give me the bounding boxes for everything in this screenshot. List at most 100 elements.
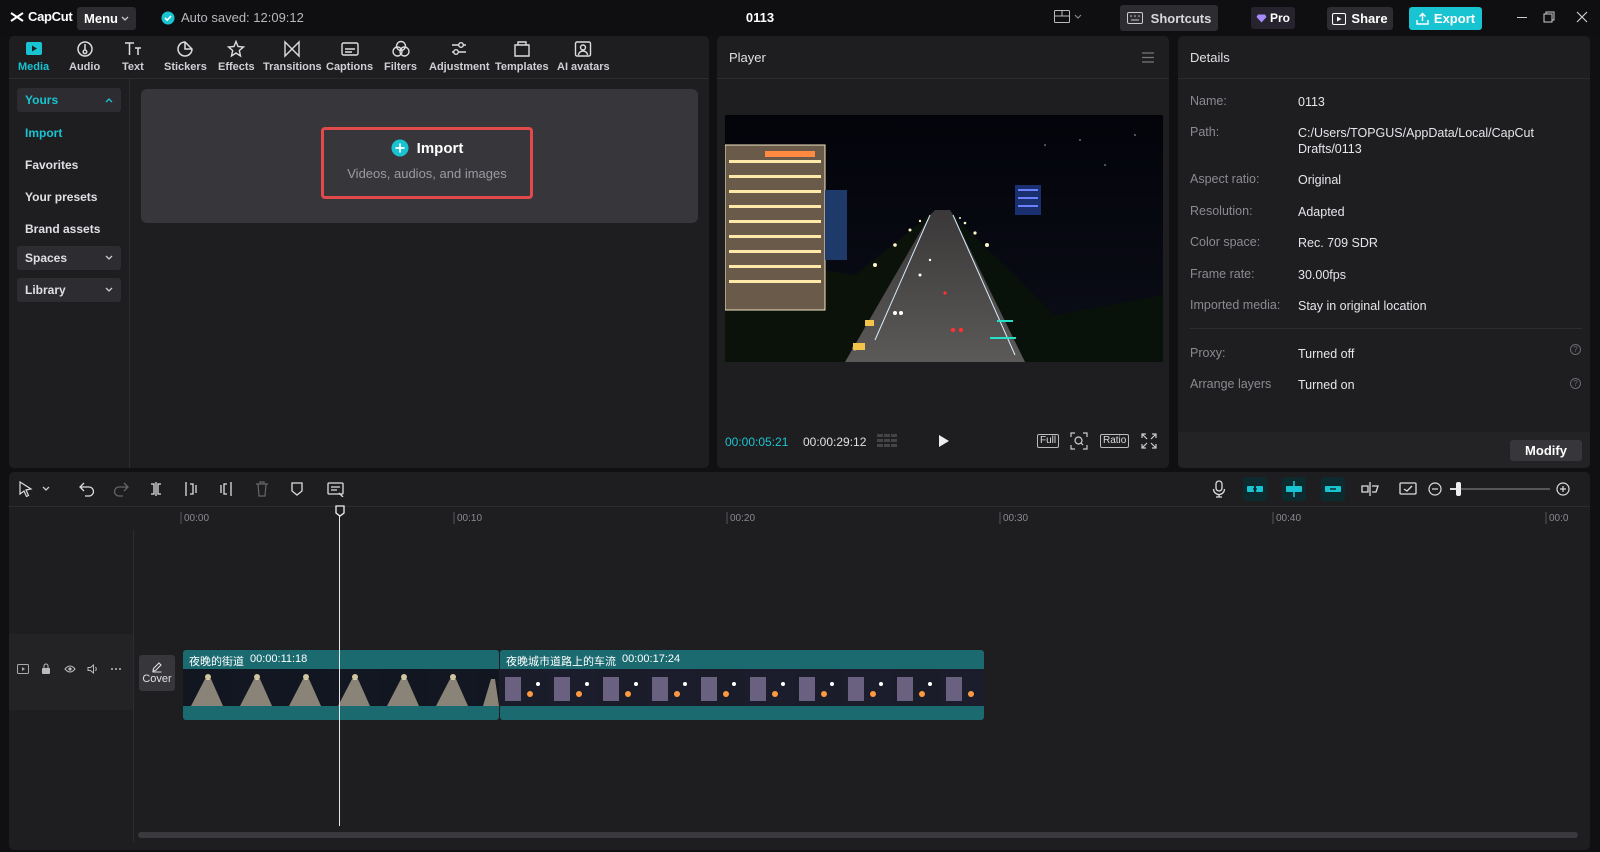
redo-icon[interactable] — [113, 481, 129, 497]
details-header-divider — [1178, 78, 1590, 79]
snap-toggle[interactable] — [1282, 477, 1306, 501]
pro-button[interactable]: Pro — [1251, 7, 1295, 29]
player-header-divider — [717, 78, 1169, 79]
detail-value-proxy[interactable]: Turned off — [1298, 346, 1568, 362]
layout-switch-button[interactable] — [1054, 10, 1082, 23]
fullscreen-icon[interactable] — [1141, 433, 1157, 449]
tick-label: 00:20 — [730, 513, 756, 524]
marker-icon[interactable] — [290, 481, 304, 497]
transitions-icon — [284, 40, 301, 58]
sidebar-group-spaces[interactable]: Spaces — [17, 246, 121, 270]
shortcuts-button[interactable]: Shortcuts — [1120, 5, 1218, 31]
chevron-down-icon — [121, 16, 129, 21]
tab-adjustment[interactable]: Adjustment — [429, 40, 490, 73]
zoom-slider-handle[interactable] — [1456, 482, 1461, 496]
shortcuts-label: Shortcuts — [1150, 10, 1212, 26]
microphone-icon[interactable] — [1212, 480, 1226, 498]
link-main-track-icon — [1247, 486, 1263, 492]
tab-captions[interactable]: Captions — [326, 40, 373, 73]
frame-grid-icon[interactable] — [877, 434, 897, 448]
share-icon — [1332, 12, 1347, 25]
auto-caption-icon[interactable] — [327, 481, 345, 497]
split-icon[interactable] — [149, 481, 163, 497]
split-left-icon[interactable] — [184, 481, 198, 497]
volume-icon[interactable] — [87, 664, 99, 674]
time-ruler[interactable]: 00:00 00:10 00:20 00:30 00:40 00:0 — [134, 508, 1590, 530]
minimize-icon[interactable] — [1516, 11, 1528, 23]
edit-pencil-icon — [152, 662, 162, 673]
sidebar-item-brand-assets[interactable]: Brand assets — [25, 222, 100, 236]
restore-icon[interactable] — [1543, 11, 1555, 23]
tab-filters-label: Filters — [384, 61, 418, 73]
clip-thumbnails — [183, 669, 499, 706]
select-cursor-icon[interactable] — [19, 481, 33, 497]
timeline-view-icon[interactable] — [1399, 481, 1417, 497]
zoom-in-icon[interactable] — [1556, 482, 1570, 496]
tab-audio[interactable]: Audio — [69, 40, 100, 73]
effects-icon — [227, 40, 246, 58]
zoom-slider[interactable] — [1450, 488, 1550, 490]
cover-label: Cover — [142, 673, 172, 685]
sidebar-group-library[interactable]: Library — [17, 278, 121, 302]
tab-effects-label: Effects — [218, 61, 255, 73]
lock-icon[interactable] — [41, 663, 51, 675]
more-icon[interactable] — [110, 667, 122, 671]
tab-adjustment-label: Adjustment — [429, 61, 490, 73]
tab-text[interactable]: Text — [122, 40, 144, 73]
keyboard-icon — [1126, 12, 1143, 24]
captions-icon — [340, 42, 359, 56]
sidebar-item-favorites[interactable]: Favorites — [25, 158, 78, 172]
sidebar-item-your-presets[interactable]: Your presets — [25, 190, 97, 204]
tab-transitions[interactable]: Transitions — [263, 40, 322, 73]
detail-value-arrange-layers[interactable]: Turned on — [1298, 377, 1568, 393]
tick-label: 00:00 — [184, 513, 210, 524]
menu-button[interactable]: Menu — [77, 7, 136, 30]
tab-ai-avatars[interactable]: AI avatars — [557, 40, 610, 73]
import-button[interactable]: Import — [324, 139, 530, 157]
detail-label-color-space: Color space: — [1190, 235, 1261, 249]
hamburger-menu-icon[interactable] — [1141, 52, 1155, 63]
export-button[interactable]: Export — [1409, 7, 1482, 30]
detail-label-frame-rate: Frame rate: — [1190, 267, 1255, 281]
tab-media[interactable]: Media — [18, 40, 49, 73]
play-icon[interactable] — [938, 434, 950, 448]
arrange-help-icon[interactable]: ? — [1570, 378, 1581, 389]
undo-icon[interactable] — [79, 481, 95, 497]
clip-label: 夜晚城市道路上的车流 00:00:17:24 — [506, 653, 680, 669]
magnet-toggle[interactable] — [1243, 477, 1267, 501]
cover-button[interactable]: Cover — [139, 655, 175, 691]
share-button[interactable]: Share — [1327, 7, 1393, 30]
video-clip[interactable]: 夜晚城市道路上的车流 00:00:17:24 — [500, 650, 984, 720]
detail-value-path: C:/Users/TOPGUS/AppData/Local/CapCut Dra… — [1298, 126, 1534, 156]
plus-circle-icon — [391, 139, 409, 157]
sidebar-group-yours[interactable]: Yours — [17, 88, 121, 112]
tab-templates[interactable]: Templates — [495, 40, 549, 73]
tab-stickers[interactable]: Stickers — [164, 40, 207, 73]
zoom-fit-icon[interactable] — [1070, 432, 1088, 450]
playhead-handle-icon[interactable] — [335, 505, 345, 517]
eye-icon[interactable] — [64, 664, 76, 674]
tab-filters[interactable]: Filters — [384, 40, 417, 73]
close-icon[interactable] — [1576, 11, 1588, 23]
timeline-horizontal-scrollbar[interactable] — [138, 832, 1578, 838]
chevron-down-icon[interactable] — [42, 486, 50, 492]
details-divider — [1190, 328, 1582, 329]
linkage-toggle[interactable] — [1321, 477, 1345, 501]
ratio-button[interactable]: Ratio — [1100, 434, 1130, 448]
chevron-up-icon — [105, 98, 113, 103]
preview-axis-icon[interactable] — [1360, 481, 1380, 497]
video-preview[interactable] — [725, 115, 1163, 362]
zoom-out-icon[interactable] — [1428, 482, 1442, 496]
delete-icon[interactable] — [255, 481, 269, 497]
media-icon — [25, 42, 42, 55]
split-right-icon[interactable] — [219, 481, 233, 497]
import-highlight[interactable]: Import Videos, audios, and images — [321, 127, 533, 199]
video-clip[interactable]: 夜晚的街道 00:00:11:18 — [183, 650, 499, 720]
tab-effects[interactable]: Effects — [218, 40, 255, 73]
full-quality-button[interactable]: Full — [1037, 434, 1060, 448]
proxy-help-icon[interactable]: ? — [1570, 344, 1581, 355]
sidebar-item-import[interactable]: Import — [25, 126, 62, 140]
modify-button[interactable]: Modify — [1510, 440, 1582, 461]
import-dropzone[interactable]: Import Videos, audios, and images — [141, 89, 698, 223]
playhead-line[interactable] — [339, 516, 340, 826]
